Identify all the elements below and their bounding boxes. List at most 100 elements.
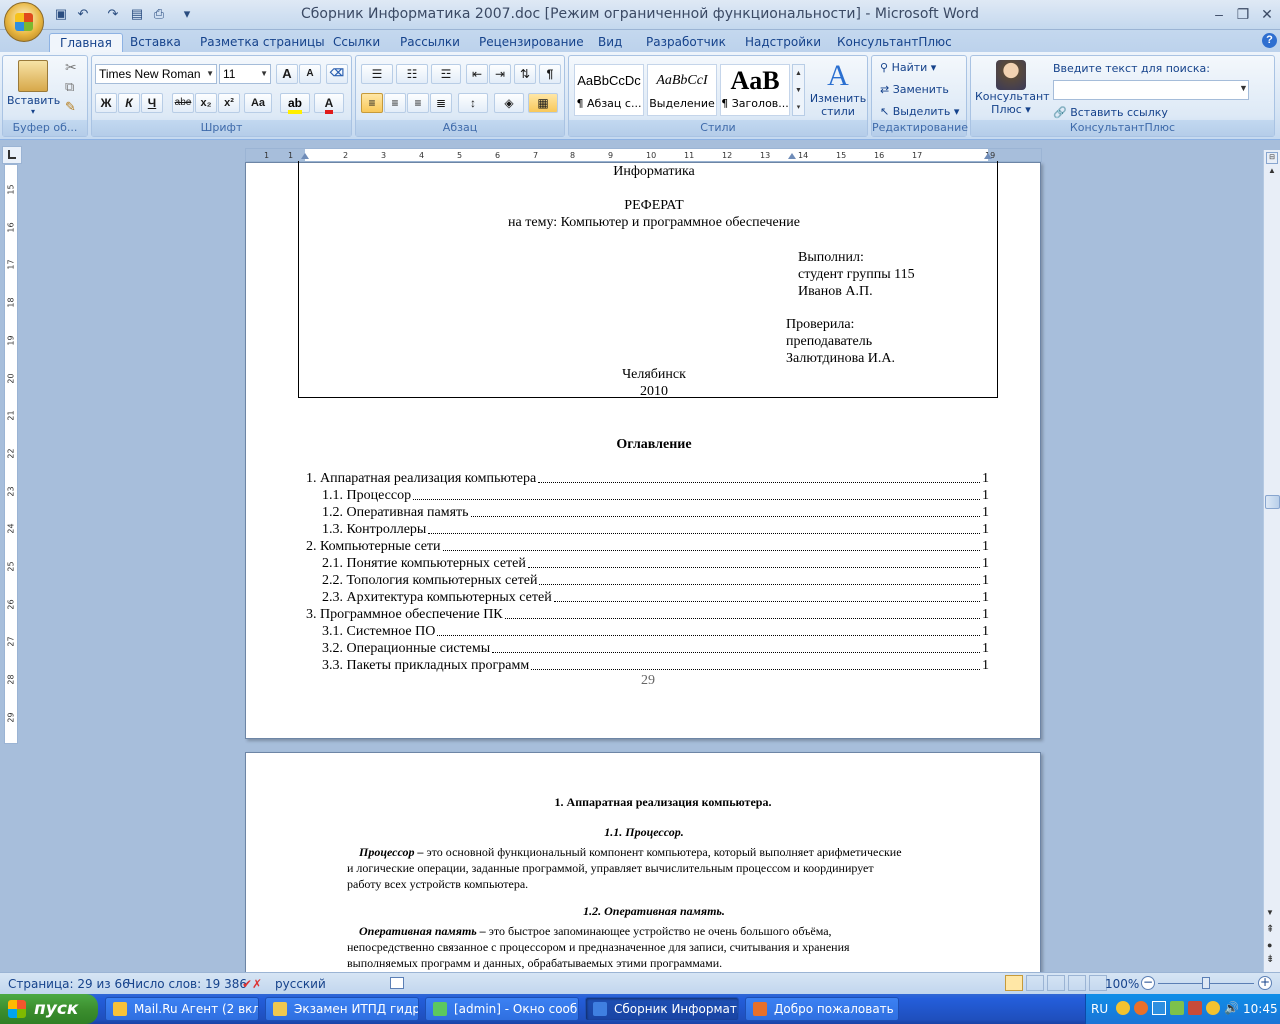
tab-review[interactable]: Рецензирование [469, 33, 594, 52]
split-icon[interactable]: ⊟ [1266, 152, 1278, 164]
scroll-down-icon[interactable]: ▼ [1266, 908, 1274, 917]
vertical-ruler[interactable]: 15 16 17 18 19 20 21 22 23 24 25 26 27 28 29 [4, 164, 18, 744]
copy-icon[interactable]: ⧉ [65, 80, 74, 95]
cut-icon[interactable]: ✂ [65, 60, 77, 76]
previous-page-icon[interactable]: ⇞ [1266, 924, 1274, 935]
taskbar-button[interactable]: Сборник Информати... [585, 997, 739, 1021]
format-painter-icon[interactable]: ✎ [65, 100, 76, 115]
vertical-scrollbar[interactable]: ⊟ ▲ ▼ ⇞ ● ⇟ [1263, 150, 1280, 972]
tab-page-layout[interactable]: Разметка страницы [190, 33, 335, 52]
bold-button[interactable]: Ж [95, 93, 117, 113]
tray-antivirus-icon[interactable] [1170, 1001, 1184, 1015]
volume-icon[interactable]: 🔊 [1224, 1001, 1239, 1015]
tab-home[interactable]: Главная [49, 33, 123, 52]
taskbar-button[interactable]: Добро пожаловать -... [745, 997, 899, 1021]
tab-view[interactable]: Вид [588, 33, 632, 52]
clear-formatting-icon[interactable]: ⌫ [326, 64, 348, 84]
web-layout-view-icon[interactable] [1047, 975, 1065, 991]
sort-icon[interactable]: ⇅ [514, 64, 536, 84]
subscript-button[interactable]: x₂ [195, 93, 217, 113]
strikethrough-button[interactable]: abe [172, 93, 194, 113]
indent-marker[interactable] [301, 153, 309, 159]
tab-mailings[interactable]: Рассылки [390, 33, 470, 52]
tray-security-icon[interactable] [1188, 1001, 1202, 1015]
bullets-icon[interactable]: ☰ [361, 64, 393, 84]
office-button[interactable] [4, 2, 44, 42]
taskbar-button[interactable]: Mail.Ru Агент (2 вкл... [105, 997, 259, 1021]
browse-object-icon[interactable]: ● [1267, 940, 1272, 950]
find-button[interactable]: ⚲ Найти ▾ [880, 61, 936, 74]
zoom-in-icon[interactable]: + [1258, 976, 1272, 990]
multilevel-list-icon[interactable]: ☲ [431, 64, 461, 84]
indent-marker[interactable] [984, 153, 992, 159]
next-page-icon[interactable]: ⇟ [1266, 954, 1274, 965]
page-count[interactable]: Страница: 29 из 66 [8, 977, 130, 991]
word-count[interactable]: Число слов: 19 386 [127, 977, 247, 991]
align-right-icon[interactable]: ≡ [407, 93, 429, 113]
tray-browser-icon[interactable] [1134, 1001, 1148, 1015]
tab-references[interactable]: Ссылки [323, 33, 390, 52]
document-page[interactable]: 1. Аппаратная реализация компьютера. 1.1… [245, 752, 1041, 982]
indent-marker[interactable] [788, 153, 796, 159]
close-button[interactable]: ✕ [1254, 4, 1280, 24]
tab-addins[interactable]: Надстройки [735, 33, 831, 52]
change-styles-button[interactable]: A Изменить стили [809, 60, 867, 119]
toc-entry[interactable]: 3.3. Пакеты прикладных программ 1 [322, 657, 989, 674]
start-button[interactable]: пуск [0, 994, 98, 1024]
toc-entry[interactable]: 1. Аппаратная реализация компьютера 1 [306, 470, 989, 487]
consultant-button[interactable]: Консультант Плюс ▾ [975, 60, 1050, 116]
language[interactable]: русский [275, 977, 326, 991]
line-spacing-icon[interactable]: ↕ [458, 93, 488, 113]
zoom-out-icon[interactable]: − [1141, 976, 1155, 990]
taskbar-button[interactable]: Экзамен ИТПД гидр... [265, 997, 419, 1021]
spelling-icon[interactable]: ✔✗ [242, 977, 262, 991]
consultant-search-input[interactable] [1053, 80, 1249, 100]
toc-entry[interactable]: 3.1. Системное ПО 1 [322, 623, 989, 640]
toc-entry[interactable]: 1.2. Оперативная память 1 [322, 504, 989, 521]
toc-entry[interactable]: 1.3. Контроллеры 1 [322, 521, 989, 538]
tab-insert[interactable]: Вставка [120, 33, 191, 52]
restore-button[interactable]: ❐ [1230, 4, 1256, 24]
tab-developer[interactable]: Разработчик [636, 33, 736, 52]
font-color-icon[interactable]: A [314, 93, 344, 114]
toc-entry[interactable]: 2. Компьютерные сети 1 [306, 538, 989, 555]
horizontal-ruler[interactable]: 1 1 2 3 4 5 6 7 8 9 10 11 12 13 14 15 16 17 19 [245, 148, 1042, 162]
grow-font-button[interactable]: A [276, 64, 298, 84]
tray-messenger-icon[interactable] [1206, 1001, 1220, 1015]
taskbar-button[interactable]: [admin] - Окно сооб... [425, 997, 579, 1021]
replace-button[interactable]: ⇄ Заменить [880, 83, 949, 96]
align-left-icon[interactable]: ≡ [361, 93, 383, 113]
toc-entry[interactable]: 2.2. Топология компьютерных сетей 1 [322, 572, 989, 589]
toc-entry[interactable]: 1.1. Процессор 1 [322, 487, 989, 504]
underline-button[interactable]: Ч [141, 93, 163, 113]
outline-view-icon[interactable] [1068, 975, 1086, 991]
italic-button[interactable]: К [118, 93, 140, 113]
toc-entry[interactable]: 3.2. Операционные системы 1 [322, 640, 989, 657]
insert-link-button[interactable]: 🔗 Вставить ссылку [1053, 106, 1168, 119]
shrink-font-button[interactable]: A [299, 64, 321, 84]
shading-icon[interactable]: ◈ [494, 93, 524, 113]
macro-icon[interactable] [390, 977, 404, 989]
borders-icon[interactable]: ▦ [528, 93, 558, 113]
tab-consultantplus[interactable]: КонсультантПлюс [827, 33, 962, 52]
align-center-icon[interactable]: ≡ [384, 93, 406, 113]
styles-scroll[interactable]: ▲ ▼ ▾ [792, 64, 805, 116]
print-layout-view-icon[interactable] [1005, 975, 1023, 991]
chevron-down-icon[interactable]: ▼ [1239, 83, 1248, 93]
scroll-up-icon[interactable]: ▲ [1266, 166, 1278, 180]
change-case-button[interactable]: Aa [244, 93, 272, 113]
toc-entry[interactable]: 2.3. Архитектура компьютерных сетей 1 [322, 589, 989, 606]
minimize-button[interactable]: – [1206, 4, 1232, 24]
tray-mail-agent-icon[interactable] [1116, 1001, 1130, 1015]
style-tile-emphasis[interactable]: AaBbCcI Выделение [647, 64, 717, 116]
zoom-slider-thumb[interactable] [1202, 977, 1210, 989]
full-screen-view-icon[interactable] [1026, 975, 1044, 991]
toc-entry[interactable]: 3. Программное обеспечение ПК 1 [306, 606, 989, 623]
language-indicator[interactable]: RU [1091, 1002, 1108, 1016]
show-marks-button[interactable]: ¶ [539, 64, 561, 84]
increase-indent-icon[interactable]: ⇥ [489, 64, 511, 84]
scroll-thumb[interactable] [1265, 495, 1280, 509]
select-button[interactable]: ↖ Выделить ▾ [880, 105, 959, 118]
justify-icon[interactable]: ≣ [430, 93, 452, 113]
font-name-combo[interactable]: Times New Roman ▼ [95, 64, 217, 84]
